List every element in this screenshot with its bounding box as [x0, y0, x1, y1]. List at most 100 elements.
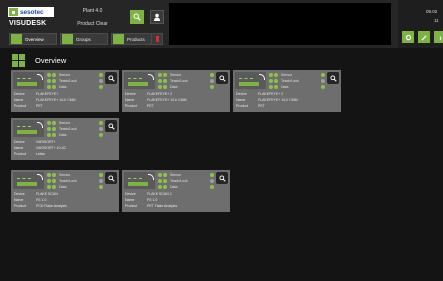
page-title: Overview [35, 56, 67, 65]
search-icon [218, 74, 226, 82]
card-search-button[interactable] [327, 72, 339, 84]
status-dot-icon [321, 84, 325, 89]
alarm-button[interactable] [151, 33, 163, 45]
field-name: Name FLAKEFEYE+ 10-II CMM [236, 98, 339, 103]
card-search-button[interactable] [105, 172, 117, 184]
field-label: Name [14, 146, 24, 150]
signal-icon [259, 74, 265, 80]
field-device: Device FLAKEFEYE+ [14, 92, 117, 97]
field-device: Device FLAKEFEYE+ 2 [125, 92, 228, 97]
status-dot-icon [163, 184, 167, 189]
field-name: Name FS 1.0 [14, 198, 117, 203]
conveyor-icon [17, 130, 37, 134]
field-value: VARISORT+ 10-IIC [36, 146, 67, 150]
status-dot-icon [163, 84, 167, 89]
status-teach-lock: Teach/Lock [47, 126, 103, 131]
status-dot-icon [99, 84, 103, 89]
field-product: Product PCD Flake Analysis [14, 204, 117, 209]
field-label: Product [14, 152, 27, 156]
field-label: Product [14, 104, 27, 108]
search-icon [329, 74, 337, 82]
device-card[interactable]: Sensor Teach/Lock Data Device VARISORT+ N… [11, 118, 119, 160]
settings-button[interactable] [402, 31, 414, 43]
field-value: PCD Flake Analysis [36, 204, 67, 208]
nav-groups-label: Groups [76, 36, 91, 42]
nav-overview-label: Overview [25, 36, 44, 42]
products-icon [113, 34, 124, 44]
tools-button[interactable] [418, 31, 430, 43]
device-card[interactable]: Sensor Teach/Lock Data Device FLAKEFEYE+ … [11, 70, 119, 112]
field-name: Name VARISORT+ 10-IIC [14, 146, 117, 151]
alarm-flag-icon [155, 36, 159, 42]
status-teach-label: Teach/Lock [59, 178, 77, 183]
search-button[interactable] [130, 10, 144, 24]
field-product: Product Lettia [14, 152, 117, 157]
conveyor-icon [128, 82, 148, 86]
field-name: Name FLAKEFEYE+ 10-II CMM [14, 98, 117, 103]
field-value: FS 1.0 [147, 198, 158, 202]
device-card[interactable]: Sensor Teach/Lock Data Device FLAKE SCAN … [122, 170, 230, 212]
status-dot-icon [47, 172, 51, 177]
status-dot-icon [47, 72, 51, 77]
nav-groups-button[interactable]: Groups [60, 33, 108, 45]
user-button[interactable] [150, 10, 164, 24]
field-product: Product PET Flake Analysis [125, 204, 228, 209]
wrench-icon [420, 34, 427, 41]
nav-overview-button[interactable]: Overview [9, 33, 57, 45]
status-sensor-label: Sensor [170, 172, 182, 177]
brand-mark-icon [9, 8, 18, 16]
help-button[interactable] [434, 31, 443, 43]
field-value: FLAKE SCAN [36, 192, 58, 196]
status-dot-icon [158, 78, 162, 83]
card-search-button[interactable] [105, 120, 117, 132]
status-dot-icon [99, 126, 103, 131]
signal-icon [37, 122, 43, 128]
field-label: Device [125, 92, 136, 96]
conveyor-icon [239, 82, 259, 86]
card-search-button[interactable] [216, 72, 228, 84]
device-card[interactable]: Sensor Teach/Lock Data Device FLAKEFEYE+ … [122, 70, 230, 112]
status-dot-icon [52, 72, 56, 77]
signal-icon [148, 74, 154, 80]
status-dot-icon [269, 84, 273, 89]
search-icon [218, 174, 226, 182]
field-value: FLAKE SCAN 2 [147, 192, 172, 196]
status-data-label: Data [59, 84, 67, 89]
device-card[interactable]: Sensor Teach/Lock Data Device FLAKEFEYE+ … [233, 70, 341, 112]
status-dot-icon [99, 178, 103, 183]
gear-icon [405, 34, 411, 40]
field-value: VARISORT+ [36, 140, 56, 144]
device-status-graphic [13, 72, 44, 89]
status-teach-lock: Teach/Lock [158, 78, 214, 83]
field-value: PET [258, 104, 265, 108]
field-label: Name [236, 98, 246, 102]
status-dot-icon [52, 120, 56, 125]
field-label: Name [125, 98, 135, 102]
status-dot-icon [274, 84, 278, 89]
conveyor-icon [128, 182, 148, 186]
field-label: Product [14, 204, 27, 208]
status-data-label: Data [59, 184, 67, 189]
status-dot-icon [47, 120, 51, 125]
status-teach-lock: Teach/Lock [47, 78, 103, 83]
field-label: Device [236, 92, 247, 96]
field-value: FLAKEFEYE+ 2 [258, 92, 284, 96]
date-readout: 09.02 [426, 9, 438, 14]
status-dot-icon [52, 132, 56, 137]
status-sensor-label: Sensor [59, 120, 71, 125]
connection-line-icon [17, 78, 31, 79]
search-icon [107, 174, 115, 182]
status-data-label: Data [281, 84, 289, 89]
status-dot-icon [163, 172, 167, 177]
field-name: Name FLAKEFEYE+ 10-II CMM [125, 98, 228, 103]
card-search-button[interactable] [105, 72, 117, 84]
product-label: Product Clear [77, 21, 108, 27]
card-search-button[interactable] [216, 172, 228, 184]
device-card[interactable]: Sensor Teach/Lock Data Device FLAKE SCAN … [11, 170, 119, 212]
status-dot-icon [158, 84, 162, 89]
field-label: Name [14, 198, 24, 202]
status-dot-icon [210, 178, 214, 183]
status-dot-icon [158, 72, 162, 77]
search-icon [107, 74, 115, 82]
status-sensor: Sensor [158, 172, 214, 177]
